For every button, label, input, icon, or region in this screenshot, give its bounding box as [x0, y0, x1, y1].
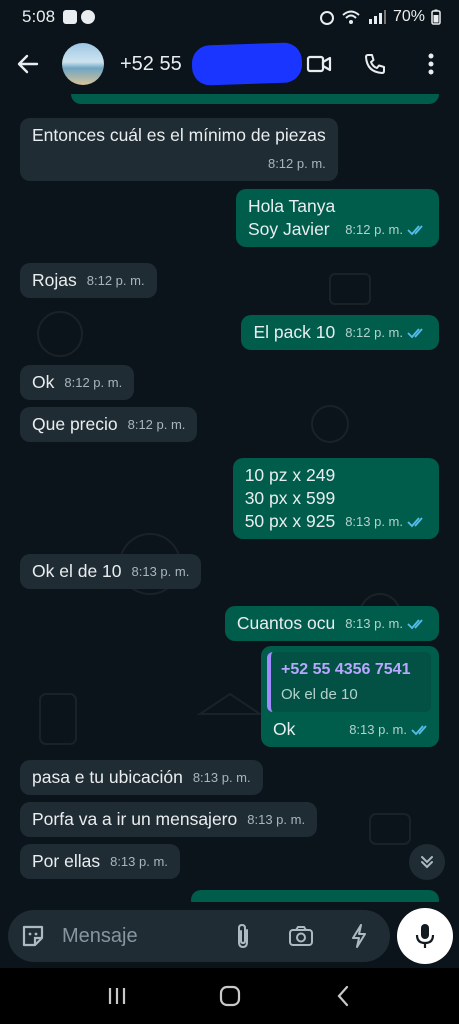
- camera-icon: [289, 926, 313, 946]
- bolt-icon: [352, 924, 366, 948]
- battery-percent: 70%: [392, 8, 425, 25]
- nav-back-icon: [337, 985, 348, 1007]
- status-bar: 5:08 70%: [0, 0, 459, 34]
- phone-icon: [365, 54, 385, 74]
- signal-icon: [368, 10, 386, 24]
- message-time: 8:13 p. m.: [131, 564, 190, 579]
- quoted-sender: +52 55 4356 7541: [281, 661, 411, 678]
- recents-icon: [108, 988, 125, 1004]
- recents-button[interactable]: [87, 976, 147, 1016]
- message-bubble-partial[interactable]: [191, 890, 439, 902]
- message-incoming[interactable]: Entonces cuál es el mínimo de piezas 8:1…: [20, 118, 338, 181]
- system-nav-bar: [0, 968, 459, 1024]
- scroll-to-bottom-button[interactable]: [409, 844, 445, 880]
- message-incoming[interactable]: Ok el de 10 8:13 p. m.: [20, 554, 202, 589]
- message-incoming[interactable]: Que precio 8:12 p. m.: [20, 407, 198, 442]
- read-ticks-icon: [407, 618, 423, 629]
- home-icon: [219, 985, 240, 1007]
- message-time: 8:13 p. m.: [247, 812, 306, 827]
- more-vert-icon: [428, 53, 434, 75]
- message-bubble-partial[interactable]: [71, 94, 439, 104]
- read-ticks-icon: [407, 516, 423, 527]
- chat-header: +52 55: [0, 34, 459, 94]
- message-incoming[interactable]: pasa e tu ubicación 8:13 p. m.: [20, 760, 263, 795]
- voice-message-button[interactable]: [397, 908, 453, 964]
- chevron-down-icon: [421, 856, 433, 869]
- nav-back-button[interactable]: [313, 976, 373, 1016]
- quoted-message[interactable]: +52 55 4356 7541 Ok el de 10: [267, 652, 431, 712]
- message-input[interactable]: Mensaje: [8, 910, 390, 962]
- message-time: 8:13 p. m.: [349, 722, 407, 737]
- message-incoming[interactable]: Por ellas 8:13 p. m.: [20, 844, 180, 879]
- read-ticks-icon: [407, 327, 423, 338]
- alarm-icon: [319, 11, 334, 25]
- message-time: 8:13 p. m.: [345, 616, 403, 631]
- status-time: 5:08: [22, 7, 56, 26]
- message-time: 8:13 p. m.: [110, 854, 168, 869]
- message-placeholder: Mensaje: [62, 924, 138, 947]
- battery-icon: [431, 9, 441, 25]
- voice-call-button[interactable]: [347, 34, 403, 94]
- more-options-button[interactable]: [403, 34, 459, 94]
- quoted-text: Ok el de 10: [281, 686, 358, 703]
- message-time: 8:13 p. m.: [345, 514, 403, 529]
- read-ticks-icon: [411, 724, 427, 735]
- camera-button[interactable]: [278, 913, 324, 959]
- home-button[interactable]: [200, 976, 260, 1016]
- sticker-icon[interactable]: [20, 923, 46, 949]
- facebook-icon: [81, 10, 96, 24]
- video-call-icon: [306, 55, 332, 73]
- message-incoming[interactable]: Ok 8:12 p. m.: [20, 365, 135, 400]
- message-time: 8:12 p. m.: [345, 325, 403, 340]
- attach-icon: [238, 923, 248, 949]
- contact-name[interactable]: +52 55: [120, 41, 303, 86]
- message-time: 8:12 p. m.: [345, 222, 403, 237]
- message-time: 8:12 p. m.: [267, 156, 326, 171]
- message-outgoing[interactable]: 10 pz x 249 30 px x 599 50 px x 925 8:13…: [232, 458, 439, 539]
- wifi-icon: [342, 10, 360, 24]
- message-outgoing[interactable]: Cuantos ocu 8:13 p. m.: [224, 606, 439, 641]
- message-outgoing-reply[interactable]: +52 55 4356 7541 Ok el de 10 Ok 8:13 p. …: [261, 646, 439, 747]
- message-time: 8:12 p. m.: [86, 273, 145, 288]
- contact-avatar[interactable]: [62, 43, 104, 85]
- message-incoming[interactable]: Porfa va a ir un mensajero 8:13 p. m.: [20, 802, 318, 837]
- read-ticks-icon: [407, 224, 423, 235]
- attach-button[interactable]: [220, 913, 266, 959]
- message-outgoing[interactable]: Hola Tanya Soy Javier 8:12 p. m.: [235, 189, 439, 247]
- mic-icon: [415, 924, 435, 948]
- back-button[interactable]: [0, 34, 56, 94]
- message-outgoing[interactable]: El pack 10 8:12 p. m.: [241, 315, 439, 350]
- message-time: 8:13 p. m.: [192, 770, 251, 785]
- message-time: 8:12 p. m.: [127, 417, 186, 432]
- message-incoming[interactable]: Rojas 8:12 p. m.: [20, 263, 157, 298]
- quick-action-button[interactable]: [336, 913, 382, 959]
- chat-area[interactable]: Entonces cuál es el mínimo de piezas 8:1…: [0, 94, 459, 902]
- redaction-mark: [191, 41, 303, 86]
- back-arrow-icon: [17, 54, 39, 74]
- message-time: 8:12 p. m.: [64, 375, 123, 390]
- notification-icon: [63, 10, 78, 24]
- composer: Mensaje: [0, 902, 459, 968]
